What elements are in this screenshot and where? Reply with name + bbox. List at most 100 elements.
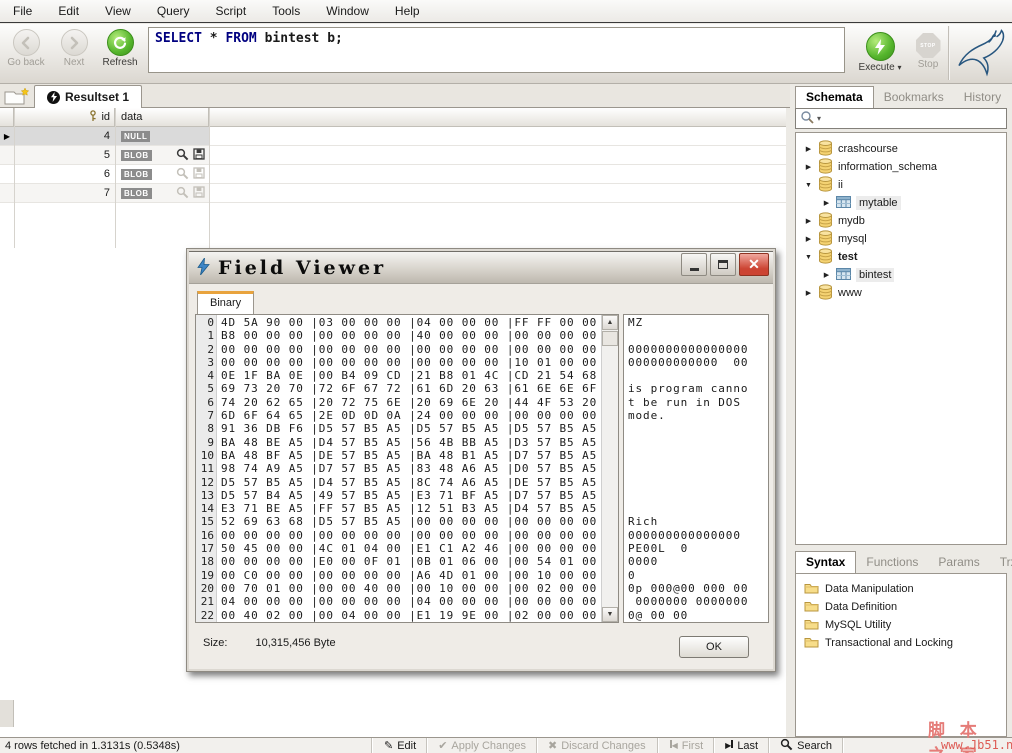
cell-data[interactable]: NULL — [115, 127, 209, 145]
cell-id[interactable]: 5 — [14, 146, 115, 164]
hex-viewer[interactable]: 0 1 2 3 4 5 6 7 8 9 10 11 12 13 14 15 16 17 18 19 20 21 22 4D … — [195, 314, 619, 623]
maximize-button[interactable] — [710, 253, 736, 276]
cell-id[interactable]: 7 — [14, 184, 115, 202]
menu-file[interactable]: File — [0, 0, 45, 22]
column-header-id[interactable]: id — [14, 108, 115, 126]
menu-edit[interactable]: Edit — [45, 0, 92, 22]
syntax-item[interactable]: MySQL Utility — [796, 616, 1006, 634]
first-button[interactable]: ◀ First — [660, 738, 714, 753]
tree-item-information_schema[interactable]: ▶ information_schema — [796, 157, 1006, 176]
column-header-data[interactable]: data — [115, 108, 209, 126]
view-blob-magnifier-icon[interactable] — [176, 186, 189, 202]
tab-resultset-1[interactable]: Resultset 1 — [34, 85, 143, 108]
tree-label: bintest — [856, 268, 895, 282]
syntax-item[interactable]: Data Manipulation — [796, 580, 1006, 598]
discard-changes-button[interactable]: ✖ Discard Changes — [538, 738, 656, 753]
menu-query[interactable]: Query — [144, 0, 203, 22]
sql-keyword: SELECT — [155, 31, 202, 46]
hex-scrollbar[interactable]: ▲ ▼ — [601, 315, 618, 622]
table-row[interactable]: 5 BLOB — [0, 146, 786, 165]
last-button[interactable]: ▶ Last — [715, 738, 768, 753]
save-blob-floppy-icon[interactable] — [193, 186, 205, 202]
hex-row-number: 20 — [200, 581, 214, 595]
view-blob-magnifier-icon[interactable] — [176, 167, 189, 183]
collapsed-triangle-icon[interactable]: ▶ — [804, 145, 813, 153]
table-row[interactable]: 6 BLOB — [0, 165, 786, 184]
collapsed-triangle-icon[interactable]: ▶ — [822, 271, 831, 279]
menu-script[interactable]: Script — [203, 0, 260, 22]
tree-item-mysql[interactable]: ▶ mysql — [796, 229, 1006, 248]
ascii-panel[interactable]: MZ 0000000000000000 000000000000 00 is pr… — [623, 314, 769, 623]
tab-bookmarks[interactable]: Bookmarks — [874, 87, 954, 108]
collapsed-triangle-icon[interactable]: ▶ — [804, 217, 813, 225]
save-blob-floppy-icon[interactable] — [193, 148, 205, 164]
close-button[interactable]: ✕ — [739, 253, 769, 276]
tab-schemata[interactable]: Schemata — [795, 86, 874, 108]
expanded-triangle-icon[interactable]: ▼ — [804, 254, 813, 261]
new-resultset-tab-icon[interactable] — [4, 87, 30, 106]
tree-item-crashcourse[interactable]: ▶ crashcourse — [796, 139, 1006, 158]
collapsed-triangle-icon[interactable]: ▶ — [822, 199, 831, 207]
row-selector[interactable]: ▶ — [0, 127, 14, 145]
blob-cell-icons — [176, 186, 205, 202]
tab-binary[interactable]: Binary — [197, 291, 255, 314]
search-button[interactable]: Search — [770, 738, 842, 753]
menu-view[interactable]: View — [92, 0, 144, 22]
dropdown-arrow-icon[interactable]: ▾ — [817, 114, 821, 123]
cell-id[interactable]: 6 — [14, 165, 115, 183]
status-bar: 4 rows fetched in 1.3131s (0.5348s) ✎ Edi… — [0, 737, 1012, 753]
next-button[interactable]: Next — [50, 27, 98, 68]
edit-button[interactable]: ✎ Edit — [374, 738, 426, 753]
row-selector[interactable] — [0, 165, 14, 183]
hex-row-number: 8 — [207, 422, 214, 436]
cell-data[interactable]: BLOB — [115, 165, 209, 183]
tree-item-test[interactable]: ▼ test — [796, 247, 1006, 266]
cell-data[interactable]: BLOB — [115, 184, 209, 202]
collapsed-triangle-icon[interactable]: ▶ — [804, 289, 813, 297]
minimize-button[interactable] — [681, 253, 707, 276]
tree-label: mytable — [856, 196, 901, 210]
schema-search-box[interactable]: ▾ — [795, 108, 1007, 129]
table-row[interactable]: 7 BLOB — [0, 184, 786, 203]
tab-history[interactable]: History — [954, 87, 1011, 108]
tab-params[interactable]: Params — [928, 552, 989, 573]
collapsed-triangle-icon[interactable]: ▶ — [804, 163, 813, 171]
stop-label: Stop — [917, 59, 939, 70]
execute-button[interactable]: Execute ▾ — [856, 30, 904, 73]
syntax-item[interactable]: Data Definition — [796, 598, 1006, 616]
minimize-icon — [689, 268, 699, 271]
tab-functions[interactable]: Functions — [856, 552, 928, 573]
scroll-up-button[interactable]: ▲ — [602, 315, 618, 330]
collapsed-triangle-icon[interactable]: ▶ — [804, 235, 813, 243]
row-selector[interactable] — [0, 184, 14, 202]
tree-item-mytable[interactable]: ▶ mytable — [796, 194, 1006, 212]
go-back-button[interactable]: Go back — [2, 27, 50, 68]
ok-button[interactable]: OK — [679, 636, 749, 658]
tree-item-www[interactable]: ▶ www — [796, 283, 1006, 302]
tree-item-bintest[interactable]: ▶ bintest — [796, 266, 1006, 284]
view-blob-magnifier-icon[interactable] — [176, 148, 189, 164]
table-row[interactable]: ▶ 4 NULL — [0, 127, 786, 146]
menu-tools[interactable]: Tools — [259, 0, 313, 22]
menu-help[interactable]: Help — [382, 0, 433, 22]
stop-button[interactable]: STOP Stop — [904, 30, 952, 73]
syntax-item[interactable]: Transactional and Locking — [796, 634, 1006, 652]
refresh-button[interactable]: Refresh — [96, 27, 144, 68]
expanded-triangle-icon[interactable]: ▼ — [804, 182, 813, 189]
tree-item-mydb[interactable]: ▶ mydb — [796, 211, 1006, 230]
scroll-down-button[interactable]: ▼ — [602, 607, 618, 622]
execute-dropdown-arrow[interactable]: ▾ — [897, 63, 901, 72]
cell-id[interactable]: 4 — [14, 127, 115, 145]
apply-changes-button[interactable]: ✔ Apply Changes — [428, 738, 536, 753]
tree-item-ii[interactable]: ▼ ii — [796, 175, 1006, 194]
query-editor[interactable]: SELECT * FROM bintest b; — [148, 27, 845, 73]
save-blob-floppy-icon[interactable] — [193, 167, 205, 183]
tab-syntax[interactable]: Syntax — [795, 551, 857, 573]
scroll-up-icon: ▲ — [606, 319, 614, 326]
field-viewer-lightning-icon — [197, 256, 210, 278]
menu-window[interactable]: Window — [313, 0, 382, 22]
row-selector[interactable] — [0, 146, 14, 164]
scrollbar-thumb[interactable] — [602, 331, 618, 346]
tab-trx[interactable]: Trx — [990, 552, 1012, 573]
cell-data[interactable]: BLOB — [115, 146, 209, 164]
